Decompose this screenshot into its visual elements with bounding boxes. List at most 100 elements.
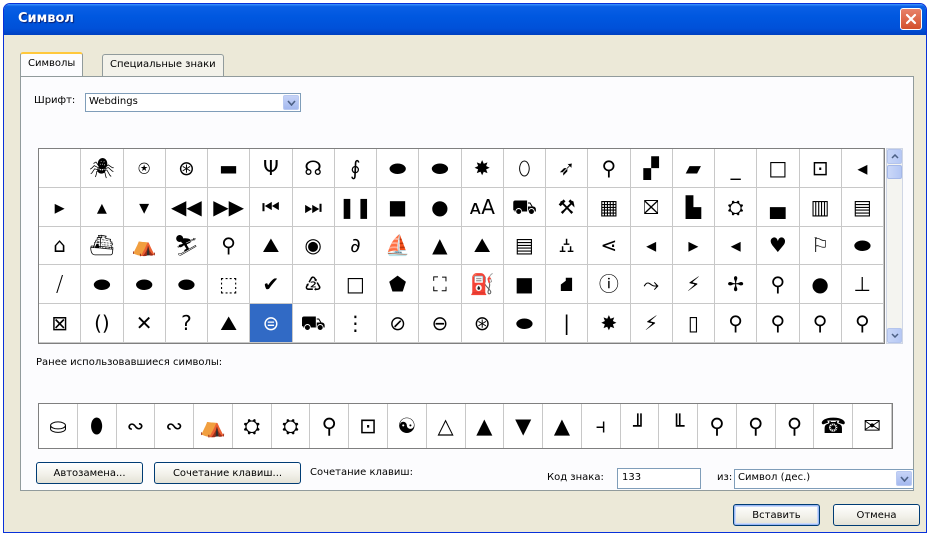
symbol-cell[interactable]: ⚲ — [757, 265, 800, 305]
recent-symbol-cell[interactable]: ╜ — [621, 404, 660, 448]
recent-symbol-cell[interactable]: ∾ — [155, 404, 195, 448]
symbol-cell[interactable] — [39, 149, 82, 188]
symbol-cell[interactable]: ❚❚ — [334, 187, 377, 227]
symbol-cell[interactable]: ⬬ — [165, 265, 208, 305]
symbol-cell[interactable]: ✢ — [715, 265, 758, 305]
symbol-cell[interactable]: ◉ — [292, 226, 335, 266]
symbol-cell[interactable]: ⬚ — [208, 265, 251, 305]
symbol-cell[interactable]: ⚡ — [630, 304, 673, 343]
recent-symbol-cell[interactable]: ⬮ — [78, 404, 117, 448]
symbol-cell[interactable]: ▞ — [630, 149, 673, 188]
recent-symbol-cell[interactable]: ▲ — [466, 404, 505, 448]
recent-symbol-cell[interactable]: ╙ — [659, 404, 699, 448]
symbol-cell[interactable]: ⊛ — [461, 304, 504, 343]
recent-symbol-cell[interactable]: ☯ — [388, 404, 427, 448]
symbol-cell[interactable]: ✸ — [461, 149, 504, 188]
symbol-cell[interactable]: ⊡ — [799, 149, 842, 188]
symbol-cell[interactable]: ▙ — [672, 187, 715, 227]
symbol-cell[interactable]: ⬬ — [841, 226, 884, 266]
scroll-down-button[interactable] — [887, 328, 902, 343]
symbol-cell[interactable]: ⛴ — [81, 226, 124, 266]
symbol-cell[interactable]: ⛼ — [546, 226, 589, 266]
recent-symbol-cell[interactable]: ⚲ — [737, 404, 776, 448]
symbol-cell[interactable]: ⛶ — [419, 265, 462, 305]
symbol-cell[interactable]: ⛰ — [250, 226, 293, 266]
symbol-cell[interactable]: ⛰ — [208, 304, 251, 343]
symbol-cell[interactable]: ⬬ — [419, 149, 462, 188]
symbol-cell[interactable]: () — [81, 304, 124, 343]
symbol-cell[interactable]: ⚲ — [208, 226, 251, 266]
symbol-cell[interactable]: ⚲ — [588, 149, 631, 188]
symbol-cell[interactable]: □ — [757, 149, 800, 188]
symbol-cell[interactable]: ✔ — [250, 265, 293, 305]
recent-symbol-cell[interactable]: ⛺ — [194, 404, 233, 448]
symbol-cell[interactable]: ∂ — [334, 226, 377, 266]
recent-symbol-cell[interactable]: ⊡ — [349, 404, 388, 448]
symbol-cell[interactable]: ⚲ — [715, 304, 758, 343]
symbol-cell[interactable]: ⊥ — [841, 265, 884, 305]
symbol-cell[interactable]: ➶ — [546, 149, 589, 188]
symbol-cell[interactable]: ⊘ — [377, 304, 420, 343]
symbol-cell[interactable]: ☊ — [292, 149, 335, 188]
symbol-cell[interactable]: ⬯ — [503, 149, 546, 188]
symbol-cell[interactable]: ⬬ — [377, 149, 420, 188]
symbol-cell[interactable]: | — [546, 304, 589, 343]
symbol-cell[interactable]: ◂ — [841, 149, 884, 188]
symbol-cell[interactable]: ▦ — [588, 187, 631, 227]
symbol-cell[interactable]: ᴀA — [461, 187, 504, 227]
symbol-cell[interactable]: ⛷ — [165, 226, 208, 266]
symbol-cell[interactable]: ⛟ — [503, 187, 546, 227]
symbol-cell[interactable]: ⛵ — [377, 226, 420, 266]
symbol-grid-scrollbar[interactable] — [886, 148, 903, 344]
symbol-cell[interactable]: ▰ — [672, 149, 715, 188]
symbol-cell[interactable]: ? — [165, 304, 208, 343]
symbol-cell[interactable]: ■ — [377, 187, 420, 227]
symbol-cell[interactable]: ● — [799, 265, 842, 305]
symbol-cell[interactable]: ⛭ — [715, 187, 758, 227]
symbol-cell[interactable]: ⛘ — [546, 265, 589, 305]
symbol-cell[interactable]: ▤ — [841, 187, 884, 227]
symbol-cell[interactable]: ◂ — [630, 226, 673, 266]
symbol-cell[interactable]: ⊜ — [250, 304, 293, 343]
symbol-cell[interactable]: ♥ — [757, 226, 800, 266]
symbol-cell[interactable]: ⍟ — [123, 149, 166, 188]
symbol-cell[interactable]: ⊛ — [165, 149, 208, 188]
symbol-cell[interactable]: ⋮ — [334, 304, 377, 343]
symbol-cell[interactable]: ■ — [503, 265, 546, 305]
symbol-cell[interactable]: ⚲ — [799, 304, 842, 343]
tab-symbols[interactable]: Символы — [20, 52, 84, 76]
symbol-cell[interactable]: ▯ — [672, 304, 715, 343]
symbol-cell[interactable]: ⊠ — [39, 304, 82, 343]
from-dropdown-button[interactable] — [896, 471, 912, 486]
symbol-cell[interactable]: ▲ — [419, 226, 462, 266]
symbol-cell[interactable]: ▤ — [503, 226, 546, 266]
symbol-cell[interactable]: ⛝ — [630, 187, 673, 227]
recent-symbol-cell[interactable]: ∾ — [117, 404, 156, 448]
symbol-cell[interactable]: ▾ — [123, 187, 166, 227]
cancel-button[interactable]: Отмена — [833, 504, 920, 526]
symbol-cell[interactable]: ∮ — [334, 149, 377, 188]
recent-symbol-cell[interactable]: ⛀ — [39, 404, 78, 448]
font-dropdown-button[interactable] — [283, 95, 299, 110]
symbol-cell[interactable]: ⚐ — [799, 226, 842, 266]
shortcut-key-button[interactable]: Сочетание клавиш... — [154, 462, 301, 484]
symbol-cell[interactable]: ⚲ — [841, 304, 884, 343]
recent-symbol-cell[interactable]: ▲ — [543, 404, 582, 448]
symbol-cell[interactable]: ⌂ — [39, 226, 82, 266]
symbol-cell[interactable]: ⚒ — [546, 187, 589, 227]
autocorrect-button[interactable]: Автозамена... — [36, 462, 143, 484]
char-code-input[interactable]: 133 — [617, 468, 701, 489]
symbol-cell[interactable]: ⤳ — [630, 265, 673, 305]
symbol-cell[interactable]: ⬬ — [81, 265, 124, 305]
symbol-cell[interactable]: ▴ — [81, 187, 124, 227]
symbol-cell[interactable]: ⚲ — [757, 304, 800, 343]
symbol-cell[interactable]: 🕷 — [81, 149, 124, 188]
title-bar[interactable]: Символ — [4, 4, 926, 35]
font-select[interactable]: Webdings — [85, 93, 301, 112]
scroll-up-button[interactable] — [887, 149, 902, 164]
symbol-cell[interactable]: ♴ — [292, 265, 335, 305]
recent-symbol-cell[interactable]: ⛭ — [233, 404, 272, 448]
recent-symbol-cell[interactable]: ⚲ — [310, 404, 350, 448]
symbol-cell[interactable]: ⛽ — [461, 265, 504, 305]
symbol-cell[interactable]: ⊖ — [419, 304, 462, 343]
